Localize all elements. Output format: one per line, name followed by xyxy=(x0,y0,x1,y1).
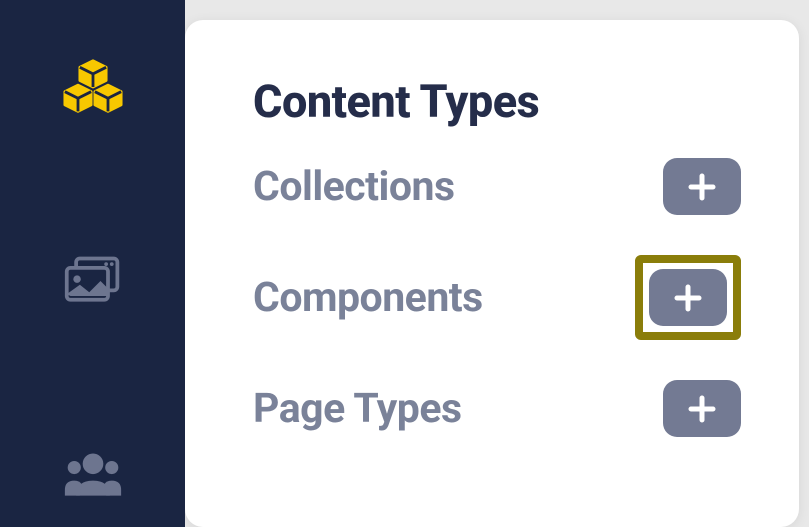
plus-icon xyxy=(673,283,703,313)
category-row-collections: Collections xyxy=(253,158,771,215)
plus-icon xyxy=(687,172,717,202)
categories-scroll-area[interactable]: Collections Components xyxy=(253,158,781,497)
add-component-button[interactable] xyxy=(649,269,727,326)
panel-title: Content Types xyxy=(253,75,781,128)
blocks-icon xyxy=(63,57,123,117)
category-label: Components xyxy=(253,274,483,322)
category-label: Page Types xyxy=(253,385,462,433)
sidebar xyxy=(0,0,185,527)
category-label: Collections xyxy=(253,163,455,211)
sidebar-item-users[interactable] xyxy=(61,443,125,507)
add-page-type-button[interactable] xyxy=(663,380,741,437)
sidebar-item-media[interactable] xyxy=(61,249,125,313)
sidebar-item-content-types[interactable] xyxy=(61,55,125,119)
users-icon xyxy=(63,445,123,505)
add-collection-button[interactable] xyxy=(663,158,741,215)
category-row-page-types: Page Types xyxy=(253,380,771,437)
category-row-components: Components xyxy=(253,255,771,340)
highlight-frame xyxy=(635,255,741,340)
content-types-panel: Content Types Collections Components xyxy=(185,20,799,527)
plus-icon xyxy=(687,394,717,424)
scroll-spacer xyxy=(253,477,771,497)
images-icon xyxy=(63,251,123,311)
